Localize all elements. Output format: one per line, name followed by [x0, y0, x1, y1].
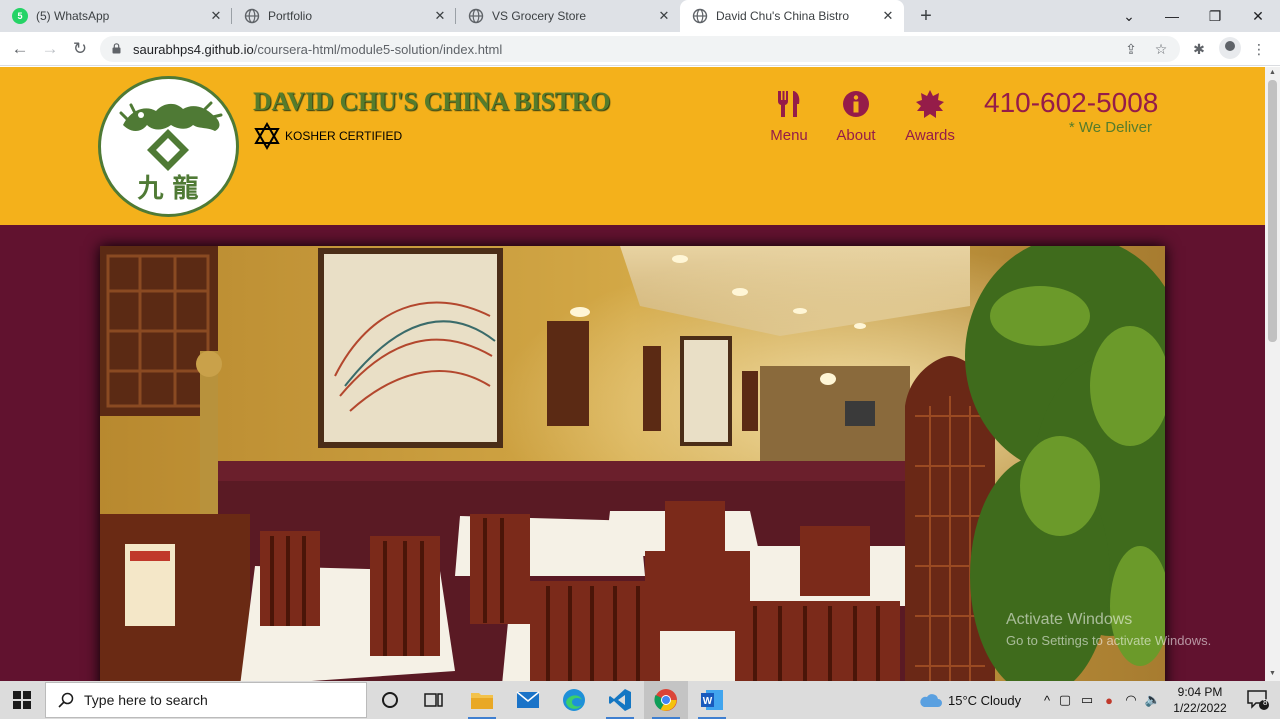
browser-toolbar: ← → ↻ saurabhps4.github.io/coursera-html… [0, 32, 1280, 66]
close-tab-icon[interactable]: ✕ [878, 8, 898, 24]
weather-widget[interactable]: 15°C Cloudy [918, 681, 1021, 719]
nav-menu-link[interactable]: Menu [759, 89, 819, 144]
antivirus-icon[interactable]: ● [1098, 693, 1120, 708]
close-tab-icon[interactable]: ✕ [654, 8, 674, 24]
web-page: 九 龍 DAVID CHU'S CHINA BISTRO KOSHER CERT… [0, 67, 1265, 681]
activate-windows-subtitle: Go to Settings to activate Windows. [1006, 633, 1212, 648]
tab-china-bistro[interactable]: David Chu's China Bistro ✕ [680, 0, 904, 32]
share-icon[interactable]: ⇪ [1121, 39, 1141, 59]
nav-about-link[interactable]: About [826, 89, 886, 144]
tab-grocery-store[interactable]: VS Grocery Store ✕ [456, 0, 680, 32]
task-view-icon [424, 693, 443, 707]
system-clock[interactable]: 9:04 PM 1/22/2022 [1170, 684, 1230, 716]
whatsapp-icon: 5 [12, 8, 28, 24]
delivery-notice: * We Deliver [1068, 119, 1152, 136]
activate-windows-title: Activate Windows [1006, 611, 1133, 628]
forward-arrow-icon[interactable]: → [38, 37, 62, 61]
show-hidden-icons-chevron-icon[interactable]: ^ [1040, 693, 1054, 708]
star-of-david-icon [254, 122, 280, 150]
certificate-icon [916, 90, 944, 118]
site-header: 九 龍 DAVID CHU'S CHINA BISTRO KOSHER CERT… [0, 67, 1265, 225]
chrome-icon [654, 689, 677, 711]
notification-center-button[interactable]: 8 [1236, 681, 1280, 719]
search-icon [58, 692, 74, 708]
volume-icon[interactable]: 🔈 [1142, 692, 1164, 708]
scroll-up-arrow-icon[interactable]: ▲ [1268, 69, 1277, 76]
system-tray-icons: ^ ▢ ▭ ● ◠ 🔈 [1040, 681, 1164, 719]
word-button[interactable]: W [690, 681, 734, 719]
svg-text:W: W [703, 696, 713, 707]
extensions-puzzle-icon[interactable]: ✱ [1189, 39, 1209, 59]
vscode-icon [609, 689, 631, 711]
tab-title: (5) WhatsApp [36, 9, 110, 23]
globe-icon [244, 8, 260, 24]
url-path: /coursera-html/module5-solution/index.ht… [253, 42, 503, 57]
file-explorer-button[interactable] [460, 681, 504, 719]
chrome-button[interactable] [644, 681, 688, 719]
clock-date: 1/22/2022 [1173, 701, 1227, 715]
reload-icon[interactable]: ↻ [68, 37, 92, 61]
scrollbar-thumb[interactable] [1268, 80, 1277, 342]
close-tab-icon[interactable]: ✕ [430, 8, 450, 24]
minimize-button[interactable]: — [1150, 0, 1194, 32]
tab-title: Portfolio [268, 9, 313, 23]
nav-menu-label: Menu [770, 127, 808, 144]
url-host: saurabhps4.github.io [133, 42, 254, 57]
cutlery-icon [777, 91, 800, 117]
tab-search-chevron-icon[interactable]: ⌄ [1107, 0, 1151, 32]
nav-about-label: About [836, 127, 876, 144]
tab-strip: 5 (5) WhatsApp ✕ Portfolio ✕ VS Grocery … [0, 0, 1280, 32]
cloud-icon [920, 694, 942, 707]
cortana-ring-icon [382, 692, 398, 708]
info-icon [843, 91, 869, 117]
kosher-label: KOSHER CERTIFIED [285, 129, 403, 143]
vscode-button[interactable] [598, 681, 642, 719]
edge-browser-button[interactable] [552, 681, 596, 719]
mail-button[interactable] [506, 681, 550, 719]
close-tab-icon[interactable]: ✕ [206, 8, 226, 24]
windows-logo-icon [13, 691, 31, 709]
word-icon: W [701, 690, 723, 710]
profile-avatar[interactable] [1219, 37, 1241, 59]
clock-time: 9:04 PM [1177, 685, 1223, 699]
phone-number[interactable]: 410-602-5008 [984, 87, 1158, 119]
task-view-button[interactable] [412, 681, 456, 719]
folder-icon [471, 693, 493, 709]
address-bar[interactable]: saurabhps4.github.io/coursera-html/modul… [100, 36, 1180, 62]
windows-taskbar: Type here to search W 15°C Cloudy ^ ▢ ▭ … [0, 681, 1280, 719]
taskbar-search-box[interactable]: Type here to search [45, 682, 367, 718]
tab-whatsapp[interactable]: 5 (5) WhatsApp ✕ [0, 0, 232, 32]
scroll-down-arrow-icon[interactable]: ▼ [1268, 670, 1277, 677]
tab-title: VS Grocery Store [492, 9, 587, 23]
wifi-icon[interactable]: ◠ [1120, 692, 1142, 708]
edge-icon [563, 689, 585, 711]
restaurant-logo[interactable]: 九 龍 [98, 76, 239, 217]
globe-icon [692, 8, 708, 24]
search-placeholder: Type here to search [84, 692, 208, 708]
nav-awards-link[interactable]: Awards [900, 89, 960, 144]
tab-portfolio[interactable]: Portfolio ✕ [232, 0, 456, 32]
mail-icon [516, 691, 540, 708]
back-arrow-icon[interactable]: ← [8, 37, 32, 61]
battery-icon[interactable]: ▭ [1076, 692, 1098, 708]
nav-awards-label: Awards [905, 127, 955, 144]
maximize-button[interactable]: ❐ [1193, 0, 1237, 32]
lock-icon [112, 43, 121, 54]
bookmark-star-icon[interactable]: ☆ [1151, 39, 1171, 59]
brand-name[interactable]: DAVID CHU'S CHINA BISTRO [253, 87, 610, 117]
start-button[interactable] [0, 681, 44, 719]
url-text[interactable]: saurabhps4.github.io/coursera-html/modul… [133, 42, 502, 57]
cortana-button[interactable] [368, 681, 412, 719]
globe-icon [468, 8, 484, 24]
weather-text: 15°C Cloudy [948, 692, 1022, 708]
new-tab-button[interactable]: + [914, 4, 938, 28]
more-menu-icon[interactable]: ⋮ [1249, 39, 1269, 59]
kosher-certification: KOSHER CERTIFIED [253, 122, 402, 150]
notification-count: 8 [1263, 698, 1268, 707]
tab-title: David Chu's China Bistro [716, 9, 850, 23]
logo-characters: 九 龍 [136, 173, 198, 204]
meet-now-icon[interactable]: ▢ [1054, 692, 1076, 708]
close-window-button[interactable]: ✕ [1236, 0, 1280, 32]
